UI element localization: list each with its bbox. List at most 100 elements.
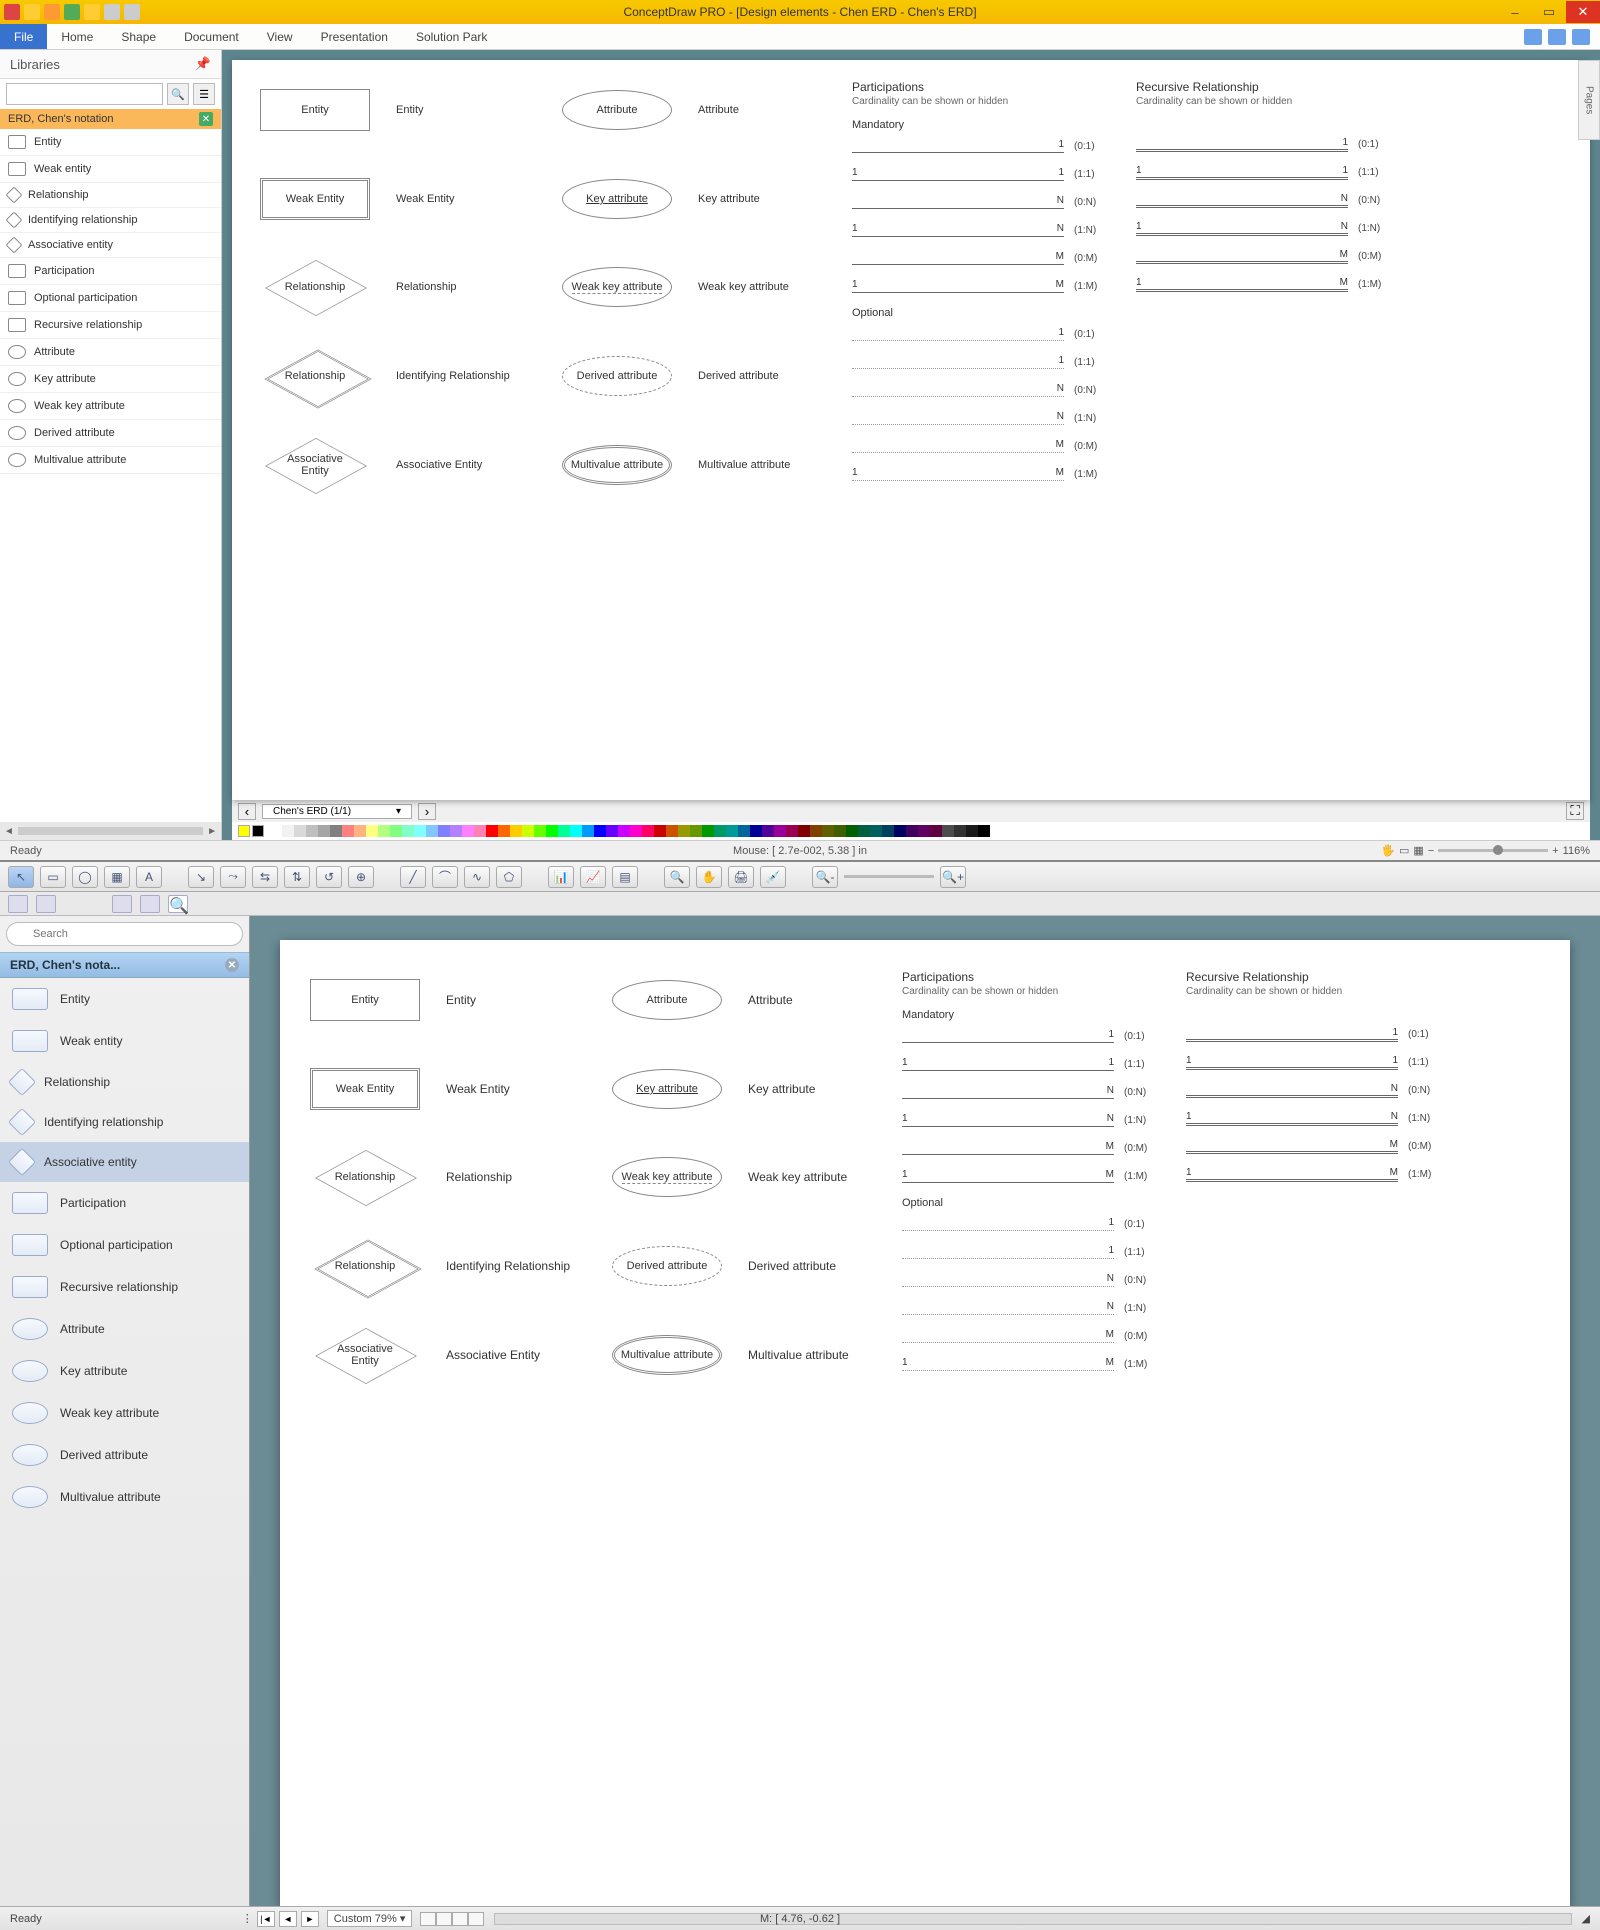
zoom-out-icon[interactable]: − (1428, 845, 1434, 857)
mac-library-category[interactable]: ERD, Chen's nota... ✕ (0, 952, 249, 978)
shape-tool-icon[interactable]: ▦ (104, 866, 130, 888)
color-swatch[interactable] (882, 825, 894, 837)
participation-row[interactable]: 1M(1:M) (902, 1169, 1162, 1183)
mac-hscroll[interactable] (494, 1913, 1571, 1925)
lib-item[interactable]: Weak key attribute (0, 393, 221, 420)
library-search-input[interactable] (6, 83, 163, 105)
color-swatch[interactable] (534, 825, 546, 837)
chart3-tool-icon[interactable]: ▤ (612, 866, 638, 888)
page-selector[interactable]: Chen's ERD (1/1)▾ (262, 804, 412, 819)
mac-lib-item[interactable]: Associative entity (0, 1142, 249, 1182)
spline-tool-icon[interactable]: ∿ (464, 866, 490, 888)
color-swatch[interactable] (846, 825, 858, 837)
prev-page-button[interactable]: ‹ (238, 803, 256, 820)
qat-icon[interactable] (44, 4, 60, 20)
menu-view[interactable]: View (253, 26, 307, 48)
connector2-tool-icon[interactable]: ⤳ (220, 866, 246, 888)
erd-attr-shape[interactable]: Attribute (562, 90, 672, 130)
mac-search-input[interactable] (6, 922, 243, 946)
color-swatch[interactable] (546, 825, 558, 837)
color-swatch[interactable] (354, 825, 366, 837)
erd-shape[interactable]: Weak Entity (260, 178, 370, 220)
mac-lib-item[interactable]: Derived attribute (0, 1434, 249, 1476)
maximize-button[interactable]: ▭ (1532, 1, 1566, 23)
participation-row[interactable]: 1N(1:N) (852, 223, 1112, 237)
recursive-row[interactable]: 11(1:1) (1136, 165, 1396, 179)
participation-row[interactable]: 1(0:1) (902, 1217, 1162, 1231)
color-swatch[interactable] (942, 825, 954, 837)
recursive-row[interactable]: 1M(1:M) (1136, 277, 1396, 291)
mac-lib-item[interactable]: Weak key attribute (0, 1392, 249, 1434)
color-swatch[interactable] (606, 825, 618, 837)
color-swatch[interactable] (894, 825, 906, 837)
color-swatch[interactable] (366, 825, 378, 837)
chart2-tool-icon[interactable]: 📈 (580, 866, 606, 888)
erd-attr-shape[interactable]: Weak key attribute (612, 1157, 722, 1197)
erd-shape[interactable]: AssociativeEntity (310, 1334, 420, 1376)
connector3-tool-icon[interactable]: ⇆ (252, 866, 278, 888)
erd-shape[interactable]: Weak Entity (310, 1068, 420, 1110)
next-page-button[interactable]: › (418, 803, 436, 820)
color-swatch[interactable] (486, 825, 498, 837)
zoom-mode-icon[interactable]: 🖐 (1381, 844, 1395, 857)
mac-lib-item[interactable]: Relationship (0, 1062, 249, 1102)
color-swatch[interactable] (390, 825, 402, 837)
color-swatch[interactable] (834, 825, 846, 837)
color-swatch[interactable] (978, 825, 990, 837)
erd-shape[interactable]: Relationship (310, 1245, 420, 1287)
color-swatch[interactable] (726, 825, 738, 837)
fill-swatch[interactable] (238, 825, 250, 837)
menu-presentation[interactable]: Presentation (307, 26, 402, 48)
color-swatch[interactable] (630, 825, 642, 837)
zoom-region-icon[interactable]: ▦ (1413, 844, 1423, 857)
qat-icon[interactable] (104, 4, 120, 20)
color-swatch[interactable] (570, 825, 582, 837)
sub-view-list[interactable] (140, 895, 160, 913)
connector-tool-icon[interactable]: ↘ (188, 866, 214, 888)
lib-item[interactable]: Participation (0, 258, 221, 285)
qat-icon[interactable] (64, 4, 80, 20)
color-swatch[interactable] (306, 825, 318, 837)
participation-row[interactable]: 1(0:1) (852, 327, 1112, 341)
mac-lib-item[interactable]: Entity (0, 978, 249, 1020)
color-swatch[interactable] (966, 825, 978, 837)
pin-icon[interactable]: 📌 (195, 56, 211, 72)
ellipse-tool-icon[interactable]: ◯ (72, 866, 98, 888)
color-swatch[interactable] (522, 825, 534, 837)
color-swatch[interactable] (822, 825, 834, 837)
color-swatch[interactable] (654, 825, 666, 837)
erd-shape[interactable]: Relationship (260, 355, 370, 397)
drawing-canvas[interactable]: EntityEntityAttributeAttributeWeak Entit… (232, 60, 1590, 800)
erd-attr-shape[interactable]: Derived attribute (612, 1246, 722, 1286)
lib-item[interactable]: Recursive relationship (0, 312, 221, 339)
zoom-slider[interactable] (844, 875, 934, 878)
line-swatch[interactable] (252, 825, 264, 837)
participation-row[interactable]: M(0:M) (852, 439, 1112, 453)
erd-attr-shape[interactable]: Attribute (612, 980, 722, 1020)
menu-home[interactable]: Home (47, 26, 107, 48)
participation-row[interactable]: 1(1:1) (902, 1245, 1162, 1259)
lib-item[interactable]: Optional participation (0, 285, 221, 312)
color-swatch[interactable] (378, 825, 390, 837)
connector5-tool-icon[interactable]: ↺ (316, 866, 342, 888)
mac-resize-grip-icon[interactable]: ◢ (1582, 1912, 1590, 1925)
fit-page-button[interactable]: ⛶ (1566, 802, 1584, 820)
recursive-row[interactable]: M(0:M) (1186, 1139, 1446, 1153)
mac-lib-item[interactable]: Recursive relationship (0, 1266, 249, 1308)
recursive-row[interactable]: 1(0:1) (1186, 1027, 1446, 1041)
participation-row[interactable]: M(0:M) (902, 1329, 1162, 1343)
menu-document[interactable]: Document (170, 26, 253, 48)
qat-icon[interactable] (124, 4, 140, 20)
color-swatch[interactable] (774, 825, 786, 837)
view-btn-4[interactable] (468, 1912, 484, 1926)
lib-item[interactable]: Identifying relationship (0, 208, 221, 233)
menu-shape[interactable]: Shape (107, 26, 170, 48)
eyedropper-tool-icon[interactable]: 💉 (760, 866, 786, 888)
lib-item[interactable]: Entity (0, 129, 221, 156)
zoom-in-icon[interactable]: + (1552, 845, 1558, 857)
pager-next-button[interactable]: ► (301, 1911, 319, 1927)
color-swatch[interactable] (786, 825, 798, 837)
options-icon[interactable] (1524, 29, 1542, 45)
participation-row[interactable]: 1(1:1) (852, 355, 1112, 369)
color-swatch[interactable] (870, 825, 882, 837)
